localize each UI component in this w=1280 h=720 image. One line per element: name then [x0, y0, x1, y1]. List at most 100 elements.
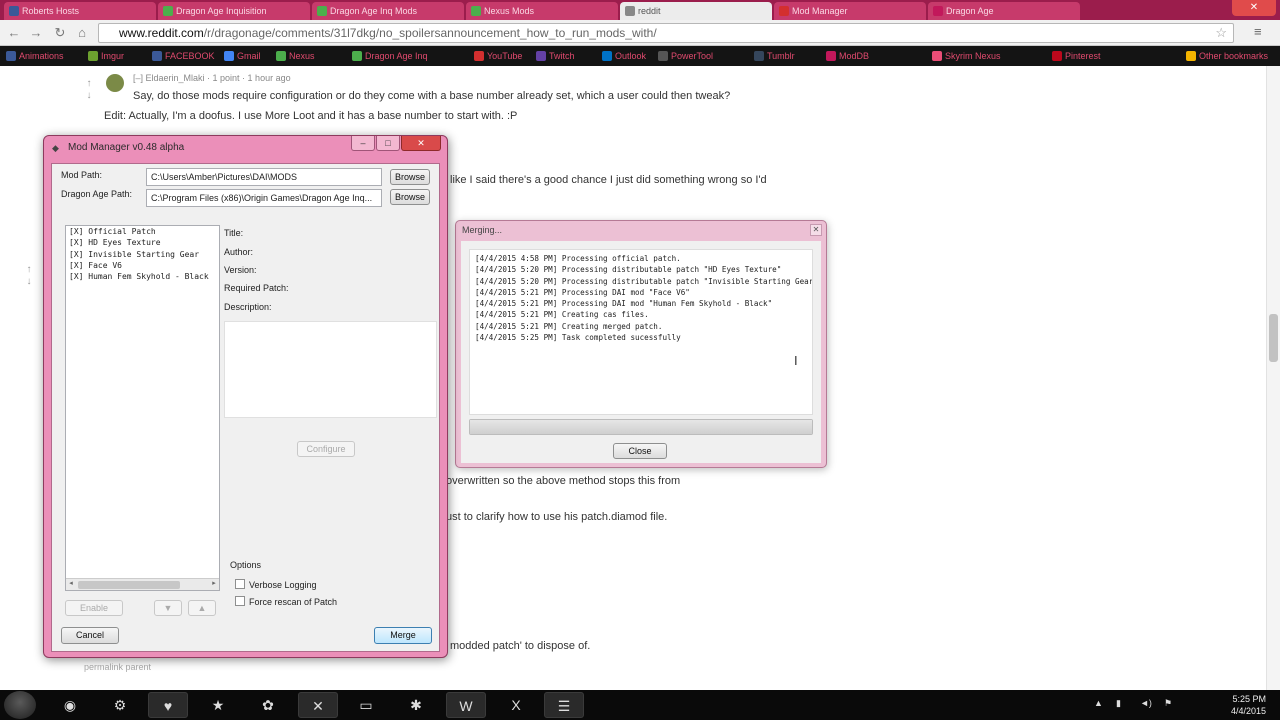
- menu-icon[interactable]: ≡: [1254, 24, 1270, 40]
- minimize-icon[interactable]: –: [351, 136, 375, 151]
- bookmark-item[interactable]: Skyrim Nexus: [932, 49, 1001, 63]
- mod-manager-body: Mod Path: C:\Users\Amber\Pictures\DAI\MO…: [51, 163, 440, 652]
- scroll-right-icon[interactable]: ▸: [209, 579, 219, 587]
- word-icon[interactable]: W: [446, 692, 486, 718]
- bookmark-icon: [352, 51, 362, 61]
- bookmark-item[interactable]: Outlook: [602, 49, 646, 63]
- tab-1[interactable]: Dragon Age Inquisition: [158, 2, 310, 20]
- comment-line: Say, do those mods require configuration…: [133, 90, 731, 102]
- bookmark-item[interactable]: Imgur: [88, 49, 124, 63]
- force-rescan-label: Force rescan of Patch: [249, 597, 338, 607]
- close-button[interactable]: Close: [613, 443, 667, 459]
- bookmark-item[interactable]: Dragon Age Inq: [352, 49, 428, 63]
- merge-log: [4/4/2015 4:58 PM] Processing official p…: [469, 249, 813, 415]
- caption-buttons: – □ ✕: [350, 136, 441, 151]
- show-hidden-icons-icon[interactable]: ▲: [1094, 698, 1103, 708]
- bookmark-item[interactable]: Nexus: [276, 49, 315, 63]
- mod-path-label: Mod Path:: [61, 170, 103, 180]
- page-scrollbar[interactable]: [1266, 66, 1280, 690]
- list-item[interactable]: [X] Official Patch: [66, 226, 219, 237]
- dragon-age-path-field[interactable]: C:\Program Files (x86)\Origin Games\Drag…: [146, 189, 382, 207]
- vote-arrows-icon[interactable]: ↑ ↓: [24, 264, 34, 290]
- move-down-button[interactable]: ▼: [154, 600, 182, 616]
- spider-app-icon[interactable]: ✱: [396, 692, 436, 718]
- log-line: [4/4/2015 5:21 PM] Processing DAI mod "F…: [475, 287, 690, 297]
- merging-dialog-title: Merging...: [462, 225, 503, 235]
- bookmark-star-icon[interactable]: ☆: [1215, 24, 1227, 42]
- folder-icon[interactable]: ▭: [346, 692, 386, 718]
- close-icon[interactable]: ✕: [401, 136, 441, 151]
- maximize-icon[interactable]: □: [376, 136, 400, 151]
- merging-dialog-body: [4/4/2015 4:58 PM] Processing official p…: [461, 241, 821, 463]
- comment-actions[interactable]: permalink parent: [84, 662, 151, 672]
- excel-icon[interactable]: X: [496, 692, 536, 718]
- scroll-left-icon[interactable]: ◂: [66, 579, 76, 587]
- browse-dragon-age-path-button[interactable]: Browse: [390, 189, 430, 205]
- list-item[interactable]: [X] Human Fem Skyhold - Black: [66, 271, 219, 282]
- required-patch-label: Required Patch:: [224, 283, 289, 293]
- window-close-button[interactable]: ✕: [1232, 0, 1276, 16]
- list-item[interactable]: [X] HD Eyes Texture: [66, 237, 219, 248]
- dragon-age-path-label: Dragon Age Path:: [61, 189, 133, 199]
- tab-2[interactable]: Dragon Age Inq Mods: [312, 2, 464, 20]
- log-line: [4/4/2015 5:20 PM] Processing distributa…: [475, 265, 782, 275]
- reddit-icon: [625, 6, 635, 16]
- vote-arrows-icon[interactable]: ↑ ↓: [84, 78, 94, 104]
- start-button[interactable]: [4, 691, 36, 719]
- nexus-icon: [471, 6, 481, 16]
- address-bar[interactable]: www.reddit.com/r/dragonage/comments/31l7…: [98, 23, 1234, 43]
- bookmark-item[interactable]: FACEBOOK: [152, 49, 215, 63]
- back-icon[interactable]: ←: [6, 25, 22, 41]
- forward-icon[interactable]: →: [28, 25, 44, 41]
- tab-0[interactable]: Roberts Hosts: [4, 2, 156, 20]
- folder-icon: [1186, 51, 1196, 61]
- log-line: [4/4/2015 5:21 PM] Processing DAI mod "H…: [475, 299, 773, 309]
- enable-button[interactable]: Enable: [65, 600, 123, 616]
- browse-mod-path-button[interactable]: Browse: [390, 169, 430, 185]
- close-icon[interactable]: ✕: [810, 224, 822, 236]
- heart-app-icon[interactable]: ♥: [148, 692, 188, 718]
- home-icon[interactable]: ⌂: [74, 25, 90, 41]
- mod-manager-title: Mod Manager v0.48 alpha: [68, 142, 185, 153]
- mod-list-hscrollbar[interactable]: ◂ ▸: [66, 578, 219, 590]
- star-app-icon[interactable]: ★: [198, 692, 238, 718]
- title-label: Title:: [224, 228, 244, 238]
- clock[interactable]: 5:25 PM 4/4/2015: [1206, 693, 1266, 717]
- bookmark-item[interactable]: Twitch: [536, 49, 575, 63]
- steam-icon[interactable]: ⚙: [100, 692, 140, 718]
- cancel-button[interactable]: Cancel: [61, 627, 119, 644]
- list-item[interactable]: [X] Invisible Starting Gear: [66, 249, 219, 260]
- twitch-icon: [536, 51, 546, 61]
- network-icon[interactable]: ▮: [1116, 698, 1121, 709]
- verbose-logging-checkbox[interactable]: [235, 579, 245, 589]
- reload-icon[interactable]: ↻: [52, 25, 68, 41]
- bookmark-item[interactable]: Tumblr: [754, 49, 795, 63]
- list-item[interactable]: [X] Face V6: [66, 260, 219, 271]
- move-up-button[interactable]: ▲: [188, 600, 216, 616]
- bookmark-item[interactable]: Gmail: [224, 49, 261, 63]
- tab-5[interactable]: Mod Manager: [774, 2, 926, 20]
- volume-icon[interactable]: ◄): [1140, 698, 1152, 708]
- action-center-icon[interactable]: ⚑: [1164, 698, 1172, 709]
- scroll-thumb[interactable]: [78, 581, 180, 589]
- scroll-thumb[interactable]: [1269, 314, 1278, 362]
- bookmark-item[interactable]: PowerTool: [658, 49, 713, 63]
- bookmark-item[interactable]: ModDB: [826, 49, 869, 63]
- firefox-icon[interactable]: ◉: [50, 692, 90, 718]
- configure-button[interactable]: Configure: [297, 441, 355, 457]
- merge-button[interactable]: Merge: [374, 627, 432, 644]
- bookmark-item[interactable]: Animations: [6, 49, 64, 63]
- mod-path-field[interactable]: C:\Users\Amber\Pictures\DAI\MODS: [146, 168, 382, 186]
- tab-6[interactable]: Dragon Age: [928, 2, 1080, 20]
- bookmark-icon: [754, 51, 764, 61]
- bookmark-item[interactable]: YouTube: [474, 49, 522, 63]
- x-app-icon[interactable]: ✕: [298, 692, 338, 718]
- tab-3[interactable]: Nexus Mods: [466, 2, 618, 20]
- tab-4[interactable]: reddit: [620, 2, 772, 20]
- mod-list[interactable]: [X] Official Patch [X] HD Eyes Texture […: [65, 225, 220, 591]
- bookmark-item[interactable]: Other bookmarks: [1186, 49, 1268, 63]
- force-rescan-checkbox[interactable]: [235, 596, 245, 606]
- flower-app-icon[interactable]: ✿: [248, 692, 288, 718]
- bookmark-item[interactable]: Pinterest: [1052, 49, 1101, 63]
- notepad-icon[interactable]: ☰: [544, 692, 584, 718]
